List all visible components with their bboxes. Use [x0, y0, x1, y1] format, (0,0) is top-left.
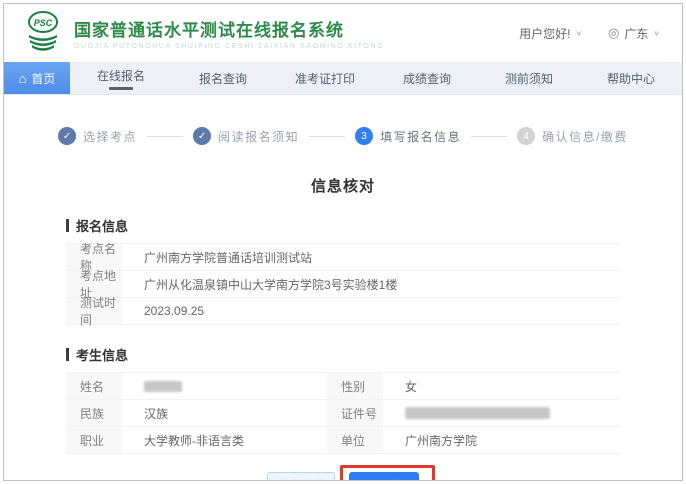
field-label: 测试时间	[66, 298, 122, 324]
occupation-value: 大学教师-非语言类	[122, 427, 327, 453]
home-icon: ⌂	[19, 72, 27, 85]
test-date-value: 2023.09.25	[122, 298, 620, 324]
nav-item-help-center[interactable]: 帮助中心	[580, 62, 682, 94]
modify-info-button[interactable]: 修改信息	[267, 472, 335, 481]
section-title: 考生信息	[76, 345, 128, 364]
step-number: 3	[355, 127, 373, 145]
action-buttons: 修改信息 下一步	[66, 472, 620, 481]
current-section-underline	[109, 87, 133, 90]
content-area: 报名信息 考点名称 广州南方学院普通话培训测试站 考点地址 广州从化温泉镇中山大…	[66, 216, 620, 481]
table-row: 测试时间 2023.09.25	[66, 298, 620, 325]
region-selector[interactable]: ◎ 广东 ∨	[608, 25, 660, 42]
step-label: 确认信息/缴费	[542, 128, 628, 145]
chevron-down-icon: ∨	[653, 29, 660, 38]
table-row: 考点地址 广州从化温泉镇中山大学南方学院3号实验楼1楼	[66, 271, 620, 298]
user-greeting: 用户您好!	[519, 25, 570, 42]
nav-label: 准考证打印	[295, 70, 355, 87]
field-label: 民族	[66, 400, 122, 426]
header-right: 用户您好! ∨ ◎ 广东 ∨	[519, 25, 660, 42]
redacted-id-block	[405, 407, 550, 419]
section-candidate-info: 考生信息	[66, 345, 620, 364]
step-fill-registration-info: 3 填写报名信息	[355, 127, 461, 145]
main-nav: ⌂ 首页 在线报名 报名查询 准考证打印 成绩查询 测前须知 帮助中心	[4, 62, 682, 95]
page-title: 信息核对	[4, 175, 682, 196]
section-registration-info: 报名信息	[66, 216, 620, 235]
table-row: 职业 大学教师-非语言类 单位 广州南方学院	[66, 427, 620, 454]
nav-label: 测前须知	[505, 70, 553, 87]
name-value	[122, 373, 327, 399]
field-label: 性别	[327, 373, 383, 399]
nav-label: 在线报名	[97, 67, 145, 84]
step-confirm-and-pay: 4 确认信息/缴费	[517, 127, 628, 145]
nav-label: 帮助中心	[607, 70, 655, 87]
nav-item-home[interactable]: ⌂ 首页	[4, 62, 70, 94]
step-label: 阅读报名须知	[218, 128, 299, 145]
progress-stepper: ✓ 选择考点 ✓ 阅读报名须知 3 填写报名信息 4 确认信息/缴费	[4, 127, 682, 145]
section-bar	[66, 348, 69, 361]
app-title: 国家普通话水平测试在线报名系统	[74, 16, 384, 41]
step-select-test-site: ✓ 选择考点	[58, 127, 137, 145]
nav-item-online-registration[interactable]: 在线报名	[70, 62, 172, 94]
ethnicity-value: 汉族	[122, 400, 327, 426]
brand-block: 国家普通话水平测试在线报名系统 GUOJIA PUTONGHUA SHUIPIN…	[74, 16, 384, 50]
region-label: 广东	[624, 25, 648, 42]
next-button-wrap: 下一步	[349, 472, 419, 481]
psc-logo-icon: PSC	[22, 9, 64, 58]
field-label: 单位	[327, 427, 383, 453]
chevron-down-icon: ∨	[575, 29, 582, 38]
app-subtitle-pinyin: GUOJIA PUTONGHUA SHUIPING CESHI ZAIXIAN …	[74, 43, 384, 50]
candidate-info-table: 姓名 性别 女 民族 汉族 证件号 职业 大学教师-非语言类 单位 广州南方学院	[66, 372, 620, 454]
gender-value: 女	[383, 373, 620, 399]
table-row: 考点名称 广州南方学院普通话培训测试站	[66, 244, 620, 271]
test-site-name-value: 广州南方学院普通话培训测试站	[122, 244, 620, 270]
table-row: 姓名 性别 女	[66, 373, 620, 400]
check-icon: ✓	[58, 127, 76, 145]
user-menu[interactable]: 用户您好! ∨	[519, 25, 582, 42]
nav-item-registration-query[interactable]: 报名查询	[172, 62, 274, 94]
step-label: 填写报名信息	[380, 128, 461, 145]
step-read-notice: ✓ 阅读报名须知	[193, 127, 299, 145]
nav-item-pretest-notice[interactable]: 测前须知	[478, 62, 580, 94]
location-icon: ◎	[608, 25, 619, 41]
field-label: 姓名	[66, 373, 122, 399]
nav-label: 成绩查询	[403, 70, 451, 87]
step-label: 选择考点	[83, 128, 137, 145]
app-window: PSC 国家普通话水平测试在线报名系统 GUOJIA PUTONGHUA SHU…	[3, 3, 683, 481]
nav-item-score-query[interactable]: 成绩查询	[376, 62, 478, 94]
section-title: 报名信息	[76, 216, 128, 235]
nav-label: 首页	[31, 70, 55, 87]
registration-info-table: 考点名称 广州南方学院普通话培训测试站 考点地址 广州从化温泉镇中山大学南方学院…	[66, 243, 620, 325]
nav-item-admission-ticket-print[interactable]: 准考证打印	[274, 62, 376, 94]
step-connector	[471, 136, 507, 137]
check-icon: ✓	[193, 127, 211, 145]
id-number-value	[383, 400, 620, 426]
test-site-address-value: 广州从化温泉镇中山大学南方学院3号实验楼1楼	[122, 271, 620, 297]
next-step-button[interactable]: 下一步	[349, 472, 419, 481]
step-number: 4	[517, 127, 535, 145]
step-connector	[309, 136, 345, 137]
redacted-name-block	[144, 381, 182, 392]
field-label: 职业	[66, 427, 122, 453]
nav-label: 报名查询	[199, 70, 247, 87]
section-bar	[66, 219, 69, 232]
step-connector	[147, 136, 183, 137]
work-unit-value: 广州南方学院	[383, 427, 620, 453]
svg-text:PSC: PSC	[34, 18, 53, 28]
field-label: 证件号	[327, 400, 383, 426]
table-row: 民族 汉族 证件号	[66, 400, 620, 427]
header: PSC 国家普通话水平测试在线报名系统 GUOJIA PUTONGHUA SHU…	[4, 4, 682, 62]
